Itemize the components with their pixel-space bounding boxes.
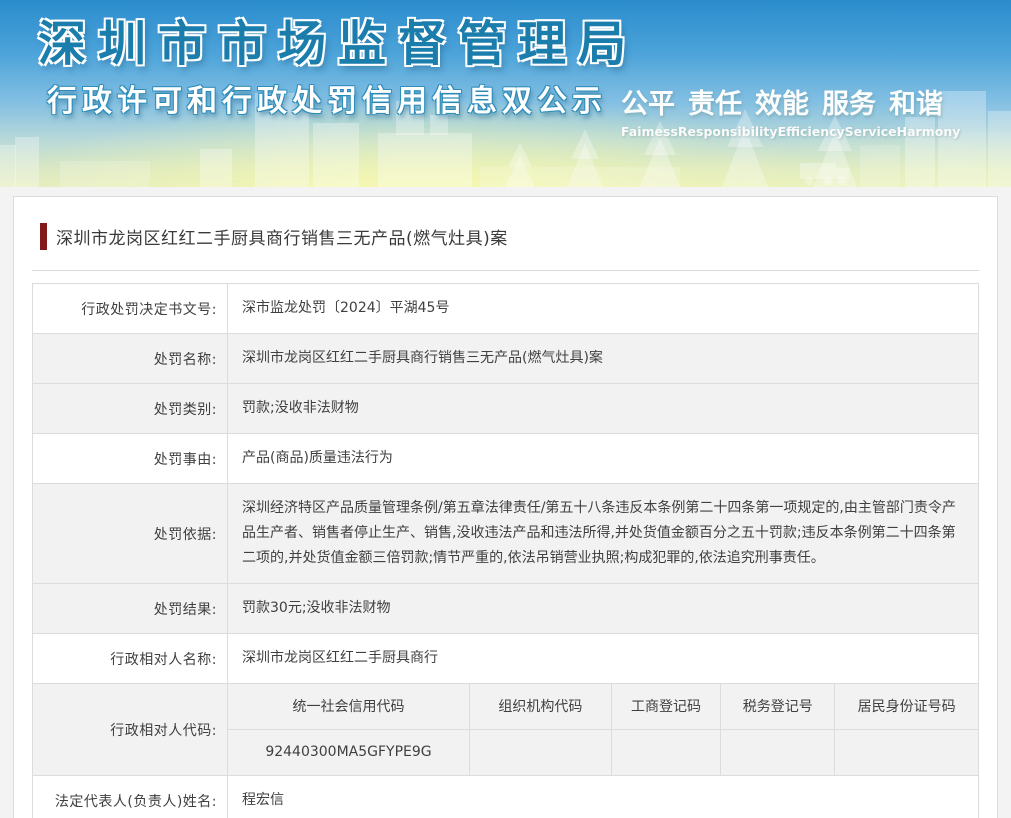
row-value: 罚款;没收非法财物 [228, 384, 979, 434]
code-values-row: 92440300MA5GFYPE9G [228, 729, 978, 775]
row-value: 深圳市龙岗区红红二手厨具商行 [228, 634, 979, 684]
code-value [835, 729, 978, 775]
content-panel: 深圳市龙岗区红红二手厨具商行销售三无产品(燃气灶具)案 行政处罚决定书文号: 深… [13, 196, 998, 818]
table-row: 处罚结果: 罚款30元;没收非法财物 [33, 584, 979, 634]
row-label: 处罚结果: [33, 584, 228, 634]
row-label: 处罚事由: [33, 434, 228, 484]
title-accent-bar [40, 223, 47, 250]
site-banner: 深圳市市场监督管理局 行政许可和行政处罚信用信息双公示 公平 责任 效能 服务 … [0, 0, 1011, 187]
slogan-chinese: 公平 责任 效能 服务 和谐 [621, 82, 943, 121]
code-value [470, 729, 612, 775]
row-label: 行政相对人代码: [33, 684, 228, 776]
table-row: 法定代表人(负责人)姓名: 程宏信 [33, 776, 979, 818]
slogan-word: 效能 [755, 82, 809, 121]
table-row: 处罚类别: 罚款;没收非法财物 [33, 384, 979, 434]
banner-subtitle: 行政许可和行政处罚信用信息双公示 [47, 76, 607, 120]
row-value: 深圳经济特区产品质量管理条例/第五章法律责任/第五十八条违反本条例第二十四条第一… [228, 484, 979, 584]
code-value [721, 729, 835, 775]
table-row-codes: 行政相对人代码: 统一社会信用代码 组织机构代码 工商登记码 税务登记号 居民身… [33, 684, 979, 776]
code-column-header: 工商登记码 [611, 684, 721, 729]
slogan-word-en: Service [845, 124, 897, 139]
code-subtable-cell: 统一社会信用代码 组织机构代码 工商登记码 税务登记号 居民身份证号码 9244… [228, 684, 979, 776]
row-value: 深圳市龙岗区红红二手厨具商行销售三无产品(燃气灶具)案 [228, 334, 979, 384]
penalty-info-table: 行政处罚决定书文号: 深市监龙处罚〔2024〕平湖45号 处罚名称: 深圳市龙岗… [32, 283, 979, 818]
row-label: 处罚类别: [33, 384, 228, 434]
row-label: 法定代表人(负责人)姓名: [33, 776, 228, 818]
row-label: 处罚名称: [33, 334, 228, 384]
slogan-word-en: Harmony [897, 124, 961, 139]
slogan-word-en: Efficiency [778, 124, 845, 139]
code-column-header: 税务登记号 [721, 684, 835, 729]
code-subtable: 统一社会信用代码 组织机构代码 工商登记码 税务登记号 居民身份证号码 9244… [228, 684, 978, 775]
row-label: 行政处罚决定书文号: [33, 284, 228, 334]
table-row: 处罚依据: 深圳经济特区产品质量管理条例/第五章法律责任/第五十八条违反本条例第… [33, 484, 979, 584]
slogan-block: 公平 责任 效能 服务 和谐 Faimess Responsibility Ef… [621, 82, 943, 139]
table-row: 行政处罚决定书文号: 深市监龙处罚〔2024〕平湖45号 [33, 284, 979, 334]
code-column-header: 组织机构代码 [470, 684, 612, 729]
case-title: 深圳市龙岗区红红二手厨具商行销售三无产品(燃气灶具)案 [56, 224, 508, 249]
row-label: 行政相对人名称: [33, 634, 228, 684]
slogan-word: 公平 [621, 82, 675, 121]
slogan-english: Faimess Responsibility Efficiency Servic… [621, 124, 943, 139]
code-column-header: 居民身份证号码 [835, 684, 978, 729]
code-value [611, 729, 721, 775]
code-value: 92440300MA5GFYPE9G [228, 729, 470, 775]
row-value: 产品(商品)质量违法行为 [228, 434, 979, 484]
code-header-row: 统一社会信用代码 组织机构代码 工商登记码 税务登记号 居民身份证号码 [228, 684, 978, 729]
table-row: 行政相对人名称: 深圳市龙岗区红红二手厨具商行 [33, 634, 979, 684]
slogan-word: 和谐 [889, 82, 943, 121]
slogan-word-en: Responsibility [678, 124, 778, 139]
row-value: 罚款30元;没收非法财物 [228, 584, 979, 634]
row-label: 处罚依据: [33, 484, 228, 584]
table-row: 处罚名称: 深圳市龙岗区红红二手厨具商行销售三无产品(燃气灶具)案 [33, 334, 979, 384]
org-name-title: 深圳市市场监督管理局 [38, 4, 638, 74]
slogan-word-en: Faimess [621, 124, 678, 139]
row-value: 程宏信 [228, 776, 979, 818]
case-title-row: 深圳市龙岗区红红二手厨具商行销售三无产品(燃气灶具)案 [40, 223, 979, 250]
row-value: 深市监龙处罚〔2024〕平湖45号 [228, 284, 979, 334]
slogan-word: 责任 [688, 82, 742, 121]
table-row: 处罚事由: 产品(商品)质量违法行为 [33, 434, 979, 484]
code-column-header: 统一社会信用代码 [228, 684, 470, 729]
title-divider [32, 270, 979, 271]
slogan-word: 服务 [822, 82, 876, 121]
